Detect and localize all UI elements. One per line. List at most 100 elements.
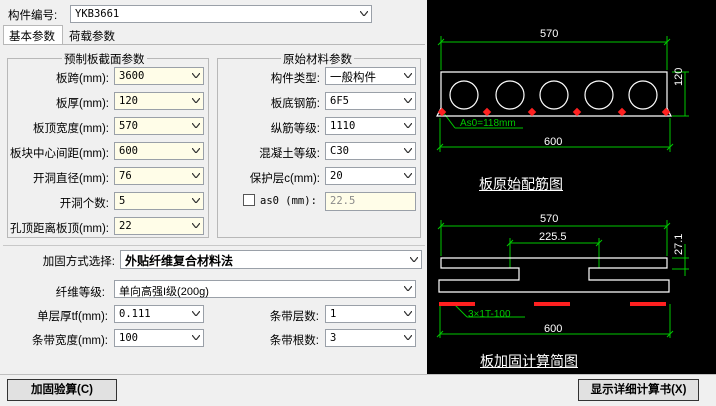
chevron-down-icon (192, 335, 200, 340)
d2-bottom-width: 600 (544, 323, 563, 335)
component-type-select[interactable]: 一般构件 (325, 67, 416, 85)
strip-layers-select[interactable]: 1 (325, 305, 416, 323)
tab-load[interactable]: 荷载参数 (66, 27, 124, 44)
as0-field[interactable]: 22.5 (325, 192, 416, 211)
thickness-select[interactable]: 120 (114, 92, 204, 110)
d2-top-width: 570 (540, 213, 559, 225)
chevron-down-icon (192, 123, 200, 128)
chevron-down-icon (192, 73, 200, 78)
verify-button[interactable]: 加固验算(C) (7, 379, 117, 401)
hole-diameter-value: 76 (119, 170, 132, 182)
material-title: 原始材料参数 (281, 51, 354, 67)
spacing-value: 600 (119, 145, 138, 157)
concrete-grade-label: 混凝土等级: (259, 148, 320, 160)
chevron-down-icon (192, 311, 200, 316)
show-report-button[interactable]: 显示详细计算书(X) (578, 379, 699, 401)
chevron-down-icon (360, 11, 368, 16)
strip-count-value: 3 (330, 332, 337, 344)
bottom-rebar-select[interactable]: 6F5 (325, 92, 416, 110)
d1-rebar-note: As0=118mm (460, 118, 516, 129)
prefab-section-title: 预制板截面参数 (62, 51, 147, 67)
hole-diameter-select[interactable]: 76 (114, 167, 204, 185)
as0-checkbox[interactable] (243, 194, 255, 206)
hole-count-select[interactable]: 5 (114, 192, 204, 210)
chevron-down-icon (404, 148, 412, 153)
as0-label: as0 (mm): (260, 195, 317, 207)
chevron-down-icon (404, 311, 412, 316)
chevron-down-icon (192, 148, 200, 153)
strip-width-label: 条带宽度(mm): (31, 335, 108, 347)
component-type-value: 一般构件 (330, 72, 376, 84)
layer-thickness-label: 单层厚tf(mm): (37, 311, 108, 323)
chevron-down-icon (192, 198, 200, 203)
cover-label: 保护层c(mm): (249, 173, 320, 185)
strip-layers-value: 1 (330, 308, 337, 320)
d2-inner-width: 225.5 (539, 231, 567, 243)
chevron-down-icon (404, 123, 412, 128)
chevron-down-icon (404, 98, 412, 103)
strip-width-select[interactable]: 100 (114, 329, 204, 347)
chevron-down-icon (404, 173, 412, 178)
section-divider (3, 245, 425, 246)
bottom-rebar-label: 板底钢筋: (270, 98, 320, 110)
as0-value: 22.5 (330, 195, 356, 207)
top-width-select[interactable]: 570 (114, 117, 204, 135)
fiber-grade-value: 单向高强I级(200g) (119, 286, 209, 298)
chevron-down-icon (404, 335, 412, 340)
d2-height: 27.1 (673, 233, 685, 255)
component-code-value: YKB3661 (75, 8, 120, 20)
chevron-down-icon (410, 257, 418, 262)
thickness-label: 板厚(mm): (55, 98, 109, 110)
spacing-select[interactable]: 600 (114, 142, 204, 160)
bottom-rebar-value: 6F5 (330, 95, 349, 107)
strip-width-value: 100 (119, 332, 138, 344)
span-select[interactable]: 3600 (114, 67, 204, 85)
spacing-label: 板块中心间距(mm): (9, 148, 109, 160)
method-value: 外贴纤维复合材料法 (125, 254, 234, 268)
top-width-value: 570 (119, 120, 138, 132)
hole-top-distance-label: 孔顶距离板顶(mm): (9, 223, 109, 235)
chevron-down-icon (192, 98, 200, 103)
tab-basic[interactable]: 基本参数 (3, 25, 63, 44)
concrete-grade-value: C30 (330, 145, 349, 157)
span-label: 板跨(mm): (55, 73, 109, 85)
tab-basic-label: 基本参数 (9, 31, 55, 43)
method-select[interactable]: 外贴纤维复合材料法 (120, 250, 422, 269)
concrete-grade-select[interactable]: C30 (325, 142, 416, 160)
cover-select[interactable]: 20 (325, 167, 416, 185)
hole-diameter-label: 开洞直径(mm): (32, 173, 109, 185)
thickness-value: 120 (119, 95, 138, 107)
drawing-canvas: 570 120 As0=118mm 600 板原始配筋图 570 225.5 2… (427, 0, 716, 374)
rebar-grade-label: 纵筋等级: (270, 123, 320, 135)
component-code-select[interactable]: YKB3661 (70, 5, 372, 23)
rebar-grade-select[interactable]: 1110 (325, 117, 416, 135)
component-type-label: 构件类型: (270, 73, 320, 85)
method-label: 加固方式选择: (42, 256, 115, 268)
layer-thickness-value: 0.111 (119, 308, 151, 320)
hole-count-value: 5 (119, 195, 126, 207)
d1-top-width: 570 (540, 28, 559, 40)
d1-caption: 板原始配筋图 (479, 176, 563, 192)
top-width-label: 板顶宽度(mm): (32, 123, 109, 135)
fiber-grade-select[interactable]: 单向高强I级(200g) (114, 280, 416, 298)
tab-divider (3, 44, 425, 45)
chevron-down-icon (192, 223, 200, 228)
hole-top-distance-select[interactable]: 22 (114, 217, 204, 235)
hole-top-distance-value: 22 (119, 220, 132, 232)
strip-count-select[interactable]: 3 (325, 329, 416, 347)
d2-strip-note: 3×1T-100 (468, 309, 511, 320)
d2-caption: 板加固计算简图 (480, 353, 578, 369)
rebar-grade-value: 1110 (330, 120, 356, 132)
strip-layers-label: 条带层数: (269, 311, 319, 323)
fiber-grade-label: 纤维等级: (55, 287, 105, 299)
hole-count-label: 开洞个数: (59, 198, 109, 210)
d1-bottom-width: 600 (544, 136, 563, 148)
chevron-down-icon (404, 73, 412, 78)
span-value: 3600 (119, 70, 145, 82)
strip-count-label: 条带根数: (269, 335, 319, 347)
component-code-label: 构件编号: (8, 10, 58, 22)
chevron-down-icon (404, 286, 412, 291)
d1-height: 120 (673, 67, 685, 86)
cover-value: 20 (330, 170, 343, 182)
layer-thickness-select[interactable]: 0.111 (114, 305, 204, 323)
